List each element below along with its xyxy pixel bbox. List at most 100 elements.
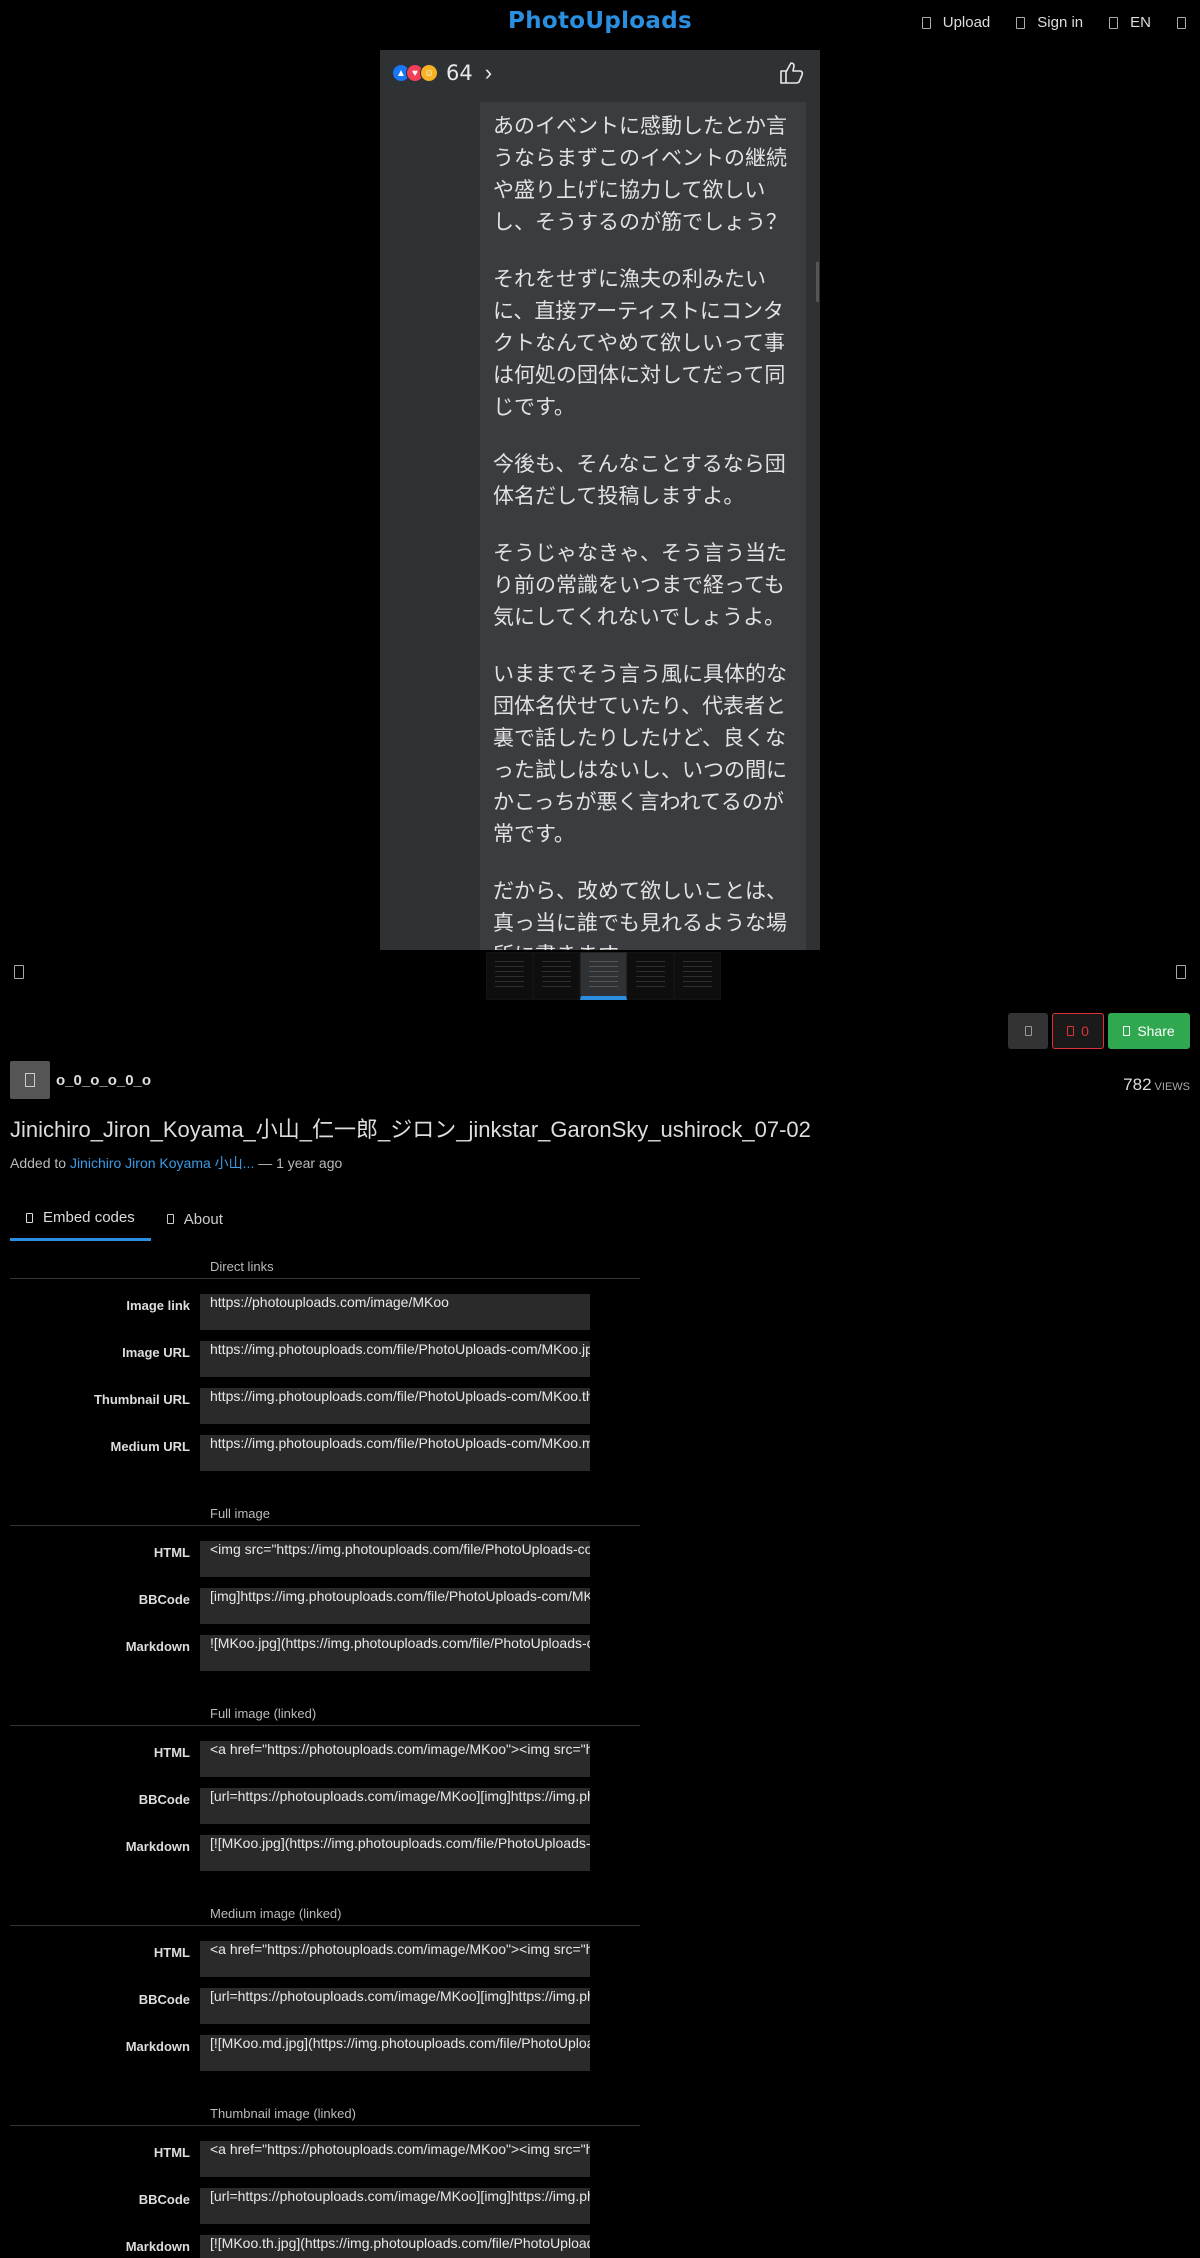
chat-paragraph: いままでそう言う風に具体的な団体名伏せていたり、代表者と裏で話したりしたけど、良…	[493, 662, 787, 846]
embed-row: Markdown ![MKoo.jpg](https://img.photoup…	[10, 1629, 640, 1676]
embed-label: Medium URL	[110, 1439, 190, 1454]
thumbs-up-icon	[780, 62, 804, 84]
embed-input[interactable]: [![MKoo.md.jpg](https://img.photouploads…	[200, 2034, 590, 2071]
menu-icon	[1177, 16, 1186, 29]
group-title: Medium image (linked)	[10, 1902, 640, 1926]
reactions: ▲ ♥ ☺ 64 ›	[392, 60, 492, 86]
embed-label: BBCode	[138, 1792, 190, 1807]
embed-input[interactable]: https://photouploads.com/image/MKoo	[200, 1293, 590, 1330]
embed-row: Thumbnail URL https://img.photouploads.c…	[10, 1382, 640, 1429]
embed-input[interactable]: <img src="https://img.photouploads.com/f…	[200, 1540, 590, 1577]
chat-paragraph: そうじゃなきゃ、そう言う当たり前の常識をいつまで経っても気にしてくれないでしょう…	[493, 541, 787, 629]
embed-row: Markdown [![MKoo.jpg](https://img.photou…	[10, 1829, 640, 1876]
nav-sign-in-label: Sign in	[1037, 14, 1084, 31]
embed-label: Markdown	[125, 2039, 190, 2054]
chevron-right-icon: ›	[484, 60, 493, 85]
embed-row: Image URL https://img.photouploads.com/f…	[10, 1335, 640, 1382]
user-icon	[25, 1073, 35, 1087]
share-icon	[1123, 1026, 1131, 1036]
embed-input[interactable]: ![MKoo.jpg](https://img.photouploads.com…	[200, 1634, 590, 1671]
embed-label: Markdown	[125, 1639, 190, 1654]
view-count-value: 782	[1123, 1075, 1152, 1094]
embed-input[interactable]: <a href="https://photouploads.com/image/…	[200, 1740, 590, 1777]
photo-reaction-bar: ▲ ♥ ☺ 64 ›	[380, 50, 820, 98]
user-icon	[1016, 16, 1026, 29]
added-prefix: Added to	[10, 1155, 70, 1171]
tab-about-label: About	[183, 1210, 223, 1228]
embed-group-direct-links: Direct links Image link https://photoupl…	[10, 1255, 640, 1476]
embed-label: BBCode	[138, 1592, 190, 1607]
embed-input[interactable]: [![MKoo.jpg](https://img.photouploads.co…	[200, 1834, 590, 1871]
thumbnail-strip	[486, 952, 721, 1000]
tab-bar: Embed codes About	[10, 1197, 239, 1241]
embed-row: BBCode [url=https://photouploads.com/ima…	[10, 1782, 640, 1829]
embed-row: Markdown [![MKoo.md.jpg](https://img.pho…	[10, 2029, 640, 2076]
embed-row: HTML <img src="https://img.photouploads.…	[10, 1535, 640, 1582]
view-count-label: VIEWS	[1154, 1081, 1190, 1093]
nav-menu[interactable]	[1177, 16, 1186, 29]
info-icon	[166, 1214, 174, 1224]
code-icon	[26, 1212, 33, 1223]
embed-input[interactable]: [url=https://photouploads.com/image/MKoo…	[200, 1787, 590, 1824]
embed-row: Image link https://photouploads.com/imag…	[10, 1288, 640, 1335]
chat-paragraph: それをせずに漁夫の利みたいに、直接アーティストにコンタクトなんてやめて欲しいって…	[493, 267, 786, 419]
next-image-icon[interactable]	[1176, 965, 1186, 979]
embed-row: BBCode [url=https://photouploads.com/ima…	[10, 2182, 640, 2229]
nav-language[interactable]: EN	[1109, 14, 1151, 31]
embed-label: HTML	[153, 1945, 190, 1960]
embed-row: BBCode [url=https://photouploads.com/ima…	[10, 1982, 640, 2029]
image-meta: Added to Jinichiro Jiron Koyama 小山... — …	[10, 1153, 342, 1173]
nav-upload[interactable]: Upload	[921, 14, 991, 31]
embed-label: Image URL	[122, 1345, 190, 1360]
thumbnail[interactable]	[533, 952, 580, 1000]
tab-about[interactable]: About	[151, 1197, 239, 1241]
nav-language-label: EN	[1130, 14, 1151, 31]
embed-input[interactable]: [url=https://photouploads.com/image/MKoo…	[200, 1987, 590, 2024]
more-button[interactable]	[1008, 1013, 1048, 1049]
embed-label: HTML	[153, 1545, 190, 1560]
language-icon	[1109, 16, 1119, 29]
share-button[interactable]: Share	[1108, 1013, 1190, 1049]
like-button[interactable]: 0	[1052, 1013, 1104, 1049]
nav-sign-in[interactable]: Sign in	[1016, 14, 1083, 31]
embed-row: BBCode [img]https://img.photouploads.com…	[10, 1582, 640, 1629]
chat-paragraph: あのイベントに感動したとか言うならまずこのイベントの継続や盛り上げに協力して欲し…	[493, 114, 787, 234]
nav-upload-label: Upload	[942, 14, 991, 31]
embed-input[interactable]: <a href="https://photouploads.com/image/…	[200, 2140, 590, 2177]
image-actions: 0 Share	[1008, 1013, 1190, 1049]
thumbnail-active[interactable]	[580, 952, 627, 1000]
embed-row: HTML <a href="https://photouploads.com/i…	[10, 1735, 640, 1782]
embed-label: Markdown	[125, 1839, 190, 1854]
like-count: 0	[1081, 1023, 1089, 1039]
top-bar: PhotoUploads Upload Sign in EN	[0, 0, 1200, 50]
album-link[interactable]: Jinichiro Jiron Koyama 小山...	[70, 1155, 254, 1171]
group-title: Full image	[10, 1502, 640, 1526]
embed-input[interactable]: https://img.photouploads.com/file/PhotoU…	[200, 1340, 590, 1377]
sad-reaction-icon: ☺	[420, 64, 438, 82]
thumbnail[interactable]	[627, 952, 674, 1000]
embed-input[interactable]: https://img.photouploads.com/file/PhotoU…	[200, 1434, 590, 1471]
chat-paragraph: だから、改めて欲しいことは、真っ当に誰でも見れるような場所に書きます。	[493, 879, 787, 950]
embed-group-full-image-linked: Full image (linked) HTML <a href="https:…	[10, 1702, 640, 1876]
photo-scroll-indicator	[816, 262, 819, 302]
uploader-username[interactable]: o_0_o_o_0_o	[56, 1072, 151, 1089]
thumbnail[interactable]	[486, 952, 533, 1000]
embed-input[interactable]: https://img.photouploads.com/file/PhotoU…	[200, 1387, 590, 1424]
embed-input[interactable]: <a href="https://photouploads.com/image/…	[200, 1940, 590, 1977]
tab-embed-codes[interactable]: Embed codes	[10, 1197, 151, 1241]
embed-group-medium-image-linked: Medium image (linked) HTML <a href="http…	[10, 1902, 640, 2076]
embed-label: HTML	[153, 1745, 190, 1760]
chat-paragraph: 今後も、そんなことするなら団体名だして投稿しますよ。	[493, 452, 786, 508]
upload-icon	[921, 16, 931, 29]
share-label: Share	[1137, 1023, 1175, 1039]
thumbnail[interactable]	[674, 952, 721, 1000]
group-title: Direct links	[10, 1255, 640, 1279]
embed-input[interactable]: [url=https://photouploads.com/image/MKoo…	[200, 2187, 590, 2224]
previous-image-icon[interactable]	[14, 965, 24, 979]
embed-input[interactable]: [![MKoo.th.jpg](https://img.photouploads…	[200, 2234, 590, 2258]
image-title: Jinichiro_Jiron_Koyama_小山_仁一郎_ジロン_jinkst…	[10, 1117, 811, 1142]
embed-input[interactable]: [img]https://img.photouploads.com/file/P…	[200, 1587, 590, 1624]
avatar[interactable]	[10, 1061, 50, 1099]
embed-label: Thumbnail URL	[93, 1392, 190, 1407]
more-icon	[1024, 1026, 1032, 1036]
